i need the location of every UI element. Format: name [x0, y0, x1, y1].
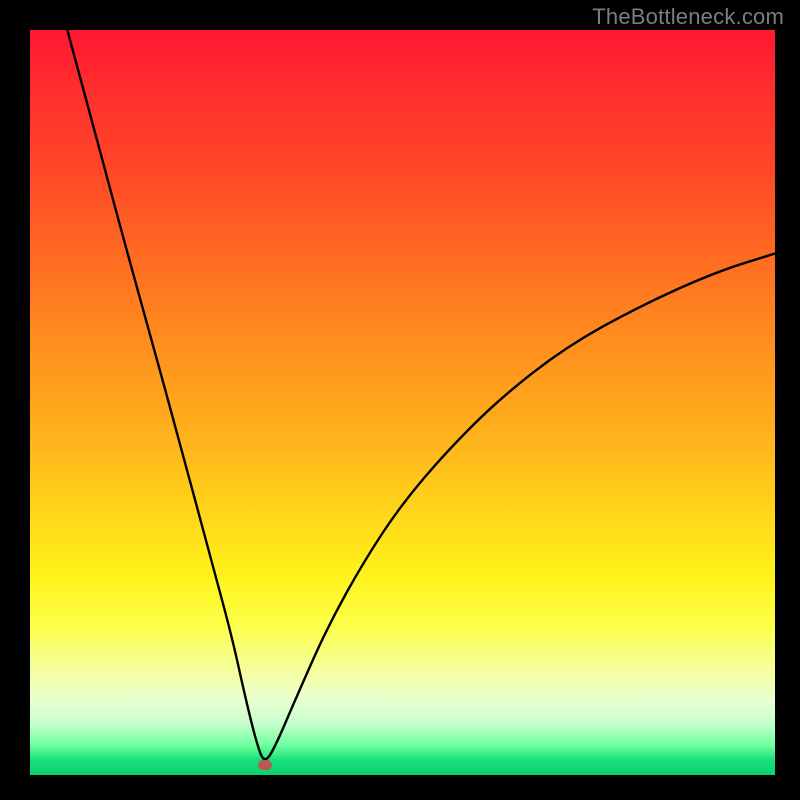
watermark-text: TheBottleneck.com — [592, 4, 784, 30]
chart-frame: TheBottleneck.com — [0, 0, 800, 800]
min-marker — [258, 760, 272, 770]
bottleneck-curve-svg — [30, 30, 775, 775]
bottleneck-curve-path — [67, 30, 775, 759]
